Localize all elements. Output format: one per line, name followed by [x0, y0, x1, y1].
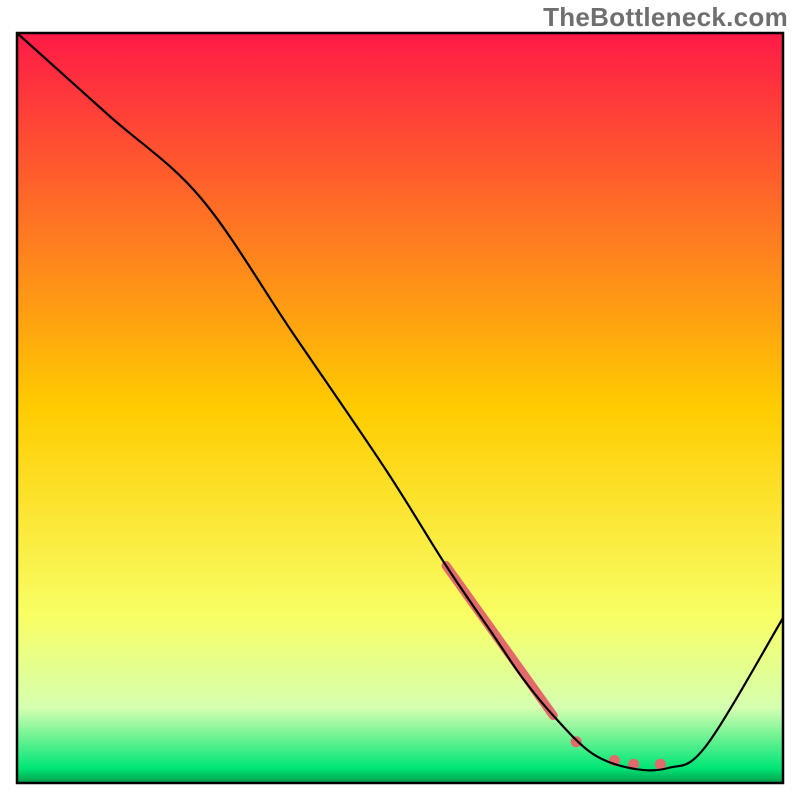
- watermark-text: TheBottleneck.com: [543, 2, 788, 33]
- plot-background: [17, 33, 783, 783]
- bottleneck-chart: [0, 0, 800, 800]
- chart-stage: TheBottleneck.com: [0, 0, 800, 800]
